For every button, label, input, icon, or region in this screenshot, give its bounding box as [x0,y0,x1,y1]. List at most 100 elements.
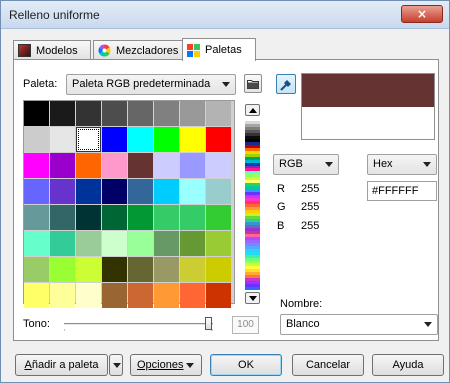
palette-swatch[interactable] [180,153,205,178]
palette-swatch[interactable] [50,153,75,178]
chevron-down-icon [186,363,194,368]
palette-swatch[interactable] [128,127,153,152]
eyedropper-icon [280,78,293,94]
palette-swatch[interactable] [76,283,101,308]
tint-slider-thumb[interactable] [205,317,212,330]
palette-swatch[interactable] [154,205,179,230]
palette-swatch[interactable] [50,179,75,204]
palette-swatch[interactable] [180,179,205,204]
color-name-dropdown[interactable]: Blanco [280,314,438,335]
palette-swatch[interactable] [206,153,231,178]
palette-swatch[interactable] [206,127,231,152]
hex-value-field[interactable]: #FFFFFF [367,181,437,201]
palette-swatch[interactable] [50,205,75,230]
palette-swatch[interactable] [154,257,179,282]
tab-paletas[interactable]: Paletas [182,38,256,61]
new-color-swatch [302,74,434,107]
ok-button[interactable]: OK [210,354,282,376]
palette-swatch[interactable] [128,257,153,282]
tab-mezcladores[interactable]: Mezcladores [93,40,183,60]
palette-swatch[interactable] [76,127,101,152]
folder-icon [247,78,260,93]
palette-swatch[interactable] [154,101,179,126]
name-label: Nombre: [280,298,323,310]
add-to-palette-menu-button[interactable] [109,354,123,376]
color-name-value: Blanco [286,318,320,330]
palette-swatch[interactable] [180,127,205,152]
help-button[interactable]: Ayuda [372,354,444,376]
open-palette-button[interactable] [244,74,262,93]
palette-swatch-grid [23,100,235,308]
palette-dropdown-value: Paleta RGB predeterminada [72,78,211,90]
palette-swatch[interactable] [24,205,49,230]
palette-swatch[interactable] [128,205,153,230]
palette-swatch[interactable] [24,101,49,126]
palette-swatch[interactable] [102,283,127,308]
green-value: 255 [301,201,320,213]
palette-swatch[interactable] [102,257,127,282]
palette-swatch[interactable] [102,205,127,230]
scroll-up-button[interactable] [245,104,260,116]
palette-dropdown[interactable]: Paleta RGB predeterminada [66,74,236,95]
red-label: R [277,183,285,195]
palette-swatch[interactable] [50,101,75,126]
options-button[interactable]: Opciones [130,354,202,376]
palette-swatch[interactable] [180,257,205,282]
palette-scroll-strip[interactable] [244,104,261,306]
palette-swatch[interactable] [206,283,231,308]
palette-swatch[interactable] [102,127,127,152]
value-format-value: Hex [373,158,393,170]
palette-swatch[interactable] [24,257,49,282]
palette-swatch[interactable] [76,179,101,204]
palette-swatch[interactable] [154,179,179,204]
palette-swatch[interactable] [128,231,153,256]
palette-swatch[interactable] [206,257,231,282]
palette-swatch[interactable] [24,179,49,204]
palette-swatch[interactable] [50,127,75,152]
palette-swatch[interactable] [206,179,231,204]
palette-swatch[interactable] [76,205,101,230]
cancel-button[interactable]: Cancelar [292,354,364,376]
tint-value-field[interactable]: 100 [232,316,259,334]
palette-swatch[interactable] [206,205,231,230]
palette-swatch[interactable] [206,101,231,126]
add-to-palette-button[interactable]: Añadir a paleta [15,354,108,376]
tab-paletas-label: Paletas [205,44,242,56]
palette-swatch[interactable] [50,231,75,256]
palette-swatch[interactable] [180,231,205,256]
palette-swatch[interactable] [128,153,153,178]
eyedropper-button[interactable] [276,74,296,94]
palette-swatch[interactable] [50,257,75,282]
palette-swatch[interactable] [76,231,101,256]
palette-swatch[interactable] [154,153,179,178]
value-format-dropdown[interactable]: Hex [367,154,437,175]
palette-swatch[interactable] [24,153,49,178]
palette-swatch[interactable] [102,153,127,178]
palette-swatch[interactable] [206,231,231,256]
palette-overview-strip[interactable] [245,118,260,291]
close-button[interactable]: × [401,5,443,23]
palette-swatch[interactable] [102,101,127,126]
palette-swatch[interactable] [128,179,153,204]
palette-swatch[interactable] [154,283,179,308]
palette-swatch[interactable] [180,205,205,230]
tab-modelos[interactable]: Modelos [13,40,91,60]
color-model-dropdown[interactable]: RGB [273,154,339,175]
palette-swatch[interactable] [24,283,49,308]
palette-swatch[interactable] [24,127,49,152]
palette-swatch[interactable] [180,283,205,308]
tint-slider-track[interactable] [64,323,213,326]
palette-swatch[interactable] [76,153,101,178]
palette-swatch[interactable] [154,231,179,256]
palette-swatch[interactable] [24,231,49,256]
palette-swatch[interactable] [102,179,127,204]
scroll-down-button[interactable] [245,292,260,304]
palette-swatch[interactable] [128,283,153,308]
palette-swatch[interactable] [180,101,205,126]
palette-swatch[interactable] [102,231,127,256]
palette-swatch[interactable] [76,101,101,126]
palette-swatch[interactable] [76,257,101,282]
palette-swatch[interactable] [50,283,75,308]
palette-swatch[interactable] [128,101,153,126]
palette-swatch[interactable] [154,127,179,152]
